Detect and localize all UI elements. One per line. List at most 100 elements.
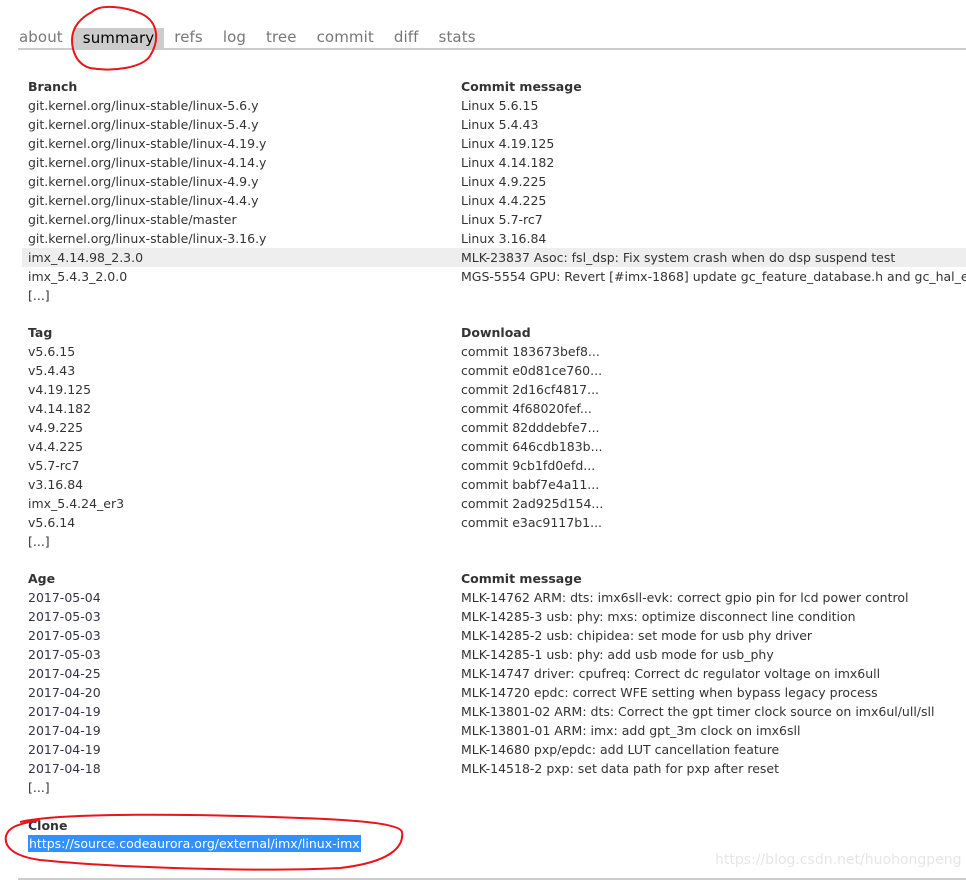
tag-download-link[interactable]: commit 4f68020fef... bbox=[461, 399, 592, 418]
tag-name-link[interactable]: v3.16.84 bbox=[28, 475, 83, 494]
age-column-header: Age bbox=[28, 571, 56, 586]
log-commit-message-link[interactable]: MLK-14720 epdc: correct WFE setting when… bbox=[461, 683, 878, 702]
log-age: 2017-04-19 bbox=[28, 704, 101, 719]
log-table-header: Age Commit message bbox=[22, 569, 966, 588]
tab-refs[interactable]: refs bbox=[164, 27, 213, 48]
branch-more-link[interactable]: [...] bbox=[28, 286, 50, 305]
log-age: 2017-05-03 bbox=[28, 647, 101, 662]
tab-tree[interactable]: tree bbox=[256, 27, 307, 48]
branch-commit-message-link[interactable]: MGS-5554 GPU: Revert [#imx-1868] update … bbox=[461, 267, 966, 286]
tag-name-link[interactable]: v4.4.225 bbox=[28, 437, 83, 456]
log-commit-message-link[interactable]: MLK-14285-3 usb: phy: mxs: optimize disc… bbox=[461, 607, 856, 626]
tag-more-link[interactable]: [...] bbox=[28, 532, 50, 551]
log-age: 2017-05-04 bbox=[28, 590, 101, 605]
log-age: 2017-04-25 bbox=[28, 666, 101, 681]
branch-row: git.kernel.org/linux-stable/linux-5.4.y L… bbox=[22, 115, 966, 134]
branch-name-link[interactable]: imx_4.14.98_2.3.0 bbox=[28, 248, 143, 267]
tag-row: v4.4.225 commit 646cdb183b... bbox=[22, 437, 966, 456]
branch-commit-message-link[interactable]: Linux 5.4.43 bbox=[461, 115, 538, 134]
tag-download-link[interactable]: commit e3ac9117b1... bbox=[461, 513, 602, 532]
tag-row: v5.6.14 commit e3ac9117b1... bbox=[22, 513, 966, 532]
log-commit-message-link[interactable]: MLK-13801-01 ARM: imx: add gpt_3m clock … bbox=[461, 721, 800, 740]
tab-log[interactable]: log bbox=[213, 27, 256, 48]
log-commit-message-link[interactable]: MLK-14285-2 usb: chipidea: set mode for … bbox=[461, 626, 812, 645]
tab-diff[interactable]: diff bbox=[384, 27, 429, 48]
tag-name-link[interactable]: v4.14.182 bbox=[28, 399, 91, 418]
branch-name-link[interactable]: git.kernel.org/linux-stable/linux-5.4.y bbox=[28, 115, 259, 134]
tag-download-link[interactable]: commit babf7e4a11... bbox=[461, 475, 599, 494]
log-age: 2017-05-03 bbox=[28, 628, 101, 643]
branch-commit-message-link[interactable]: Linux 4.4.225 bbox=[461, 191, 546, 210]
tag-table-header: Tag Download bbox=[22, 323, 966, 342]
branch-name-link[interactable]: git.kernel.org/linux-stable/linux-4.4.y bbox=[28, 191, 259, 210]
branch-commit-message-link[interactable]: MLK-23837 Asoc: fsl_dsp: Fix system cras… bbox=[461, 248, 895, 267]
log-commit-message-link[interactable]: MLK-14680 pxp/epdc: add LUT cancellation… bbox=[461, 740, 779, 759]
commit-message-column-header: Commit message bbox=[461, 79, 582, 94]
branch-row: git.kernel.org/linux-stable/linux-4.14.y… bbox=[22, 153, 966, 172]
tag-name-link[interactable]: v4.19.125 bbox=[28, 380, 91, 399]
log-age: 2017-04-18 bbox=[28, 761, 101, 776]
tab-about[interactable]: about bbox=[18, 27, 73, 48]
log-commit-message-link[interactable]: MLK-14762 ARM: dts: imx6sll-evk: correct… bbox=[461, 588, 908, 607]
tag-row: v4.14.182 commit 4f68020fef... bbox=[22, 399, 966, 418]
branch-name-link[interactable]: git.kernel.org/linux-stable/linux-5.6.y bbox=[28, 96, 259, 115]
branch-commit-message-link[interactable]: Linux 4.14.182 bbox=[461, 153, 554, 172]
branch-table: Branch Commit message git.kernel.org/lin… bbox=[22, 77, 966, 305]
tag-row: v3.16.84 commit babf7e4a11... bbox=[22, 475, 966, 494]
branch-commit-message-link[interactable]: Linux 4.19.125 bbox=[461, 134, 554, 153]
tag-name-link[interactable]: imx_5.4.24_er3 bbox=[28, 494, 124, 513]
tab-stats[interactable]: stats bbox=[429, 27, 486, 48]
tag-name-link[interactable]: v5.7-rc7 bbox=[28, 456, 79, 475]
tag-download-link[interactable]: commit 183673bef8... bbox=[461, 342, 600, 361]
log-age: 2017-04-20 bbox=[28, 685, 101, 700]
branch-row: git.kernel.org/linux-stable/linux-5.6.y L… bbox=[22, 96, 966, 115]
tag-download-link[interactable]: commit 9cb1fd0efd... bbox=[461, 456, 595, 475]
clone-header: Clone bbox=[28, 818, 68, 833]
log-more-link[interactable]: [...] bbox=[28, 778, 50, 797]
log-commit-message-link[interactable]: MLK-14285-1 usb: phy: add usb mode for u… bbox=[461, 645, 774, 664]
log-age: 2017-04-19 bbox=[28, 723, 101, 738]
tag-more-row: [...] bbox=[22, 532, 966, 551]
tag-download-link[interactable]: commit 646cdb183b... bbox=[461, 437, 603, 456]
log-age: 2017-04-19 bbox=[28, 742, 101, 757]
tag-name-link[interactable]: v5.4.43 bbox=[28, 361, 75, 380]
tag-download-link[interactable]: commit 2ad925d154... bbox=[461, 494, 603, 513]
log-commit-message-link[interactable]: MLK-14518-2 pxp: set data path for pxp a… bbox=[461, 759, 779, 778]
tag-download-link[interactable]: commit e0d81ce760... bbox=[461, 361, 602, 380]
log-row: 2017-04-25 MLK-14747 driver: cpufreq: Cor… bbox=[22, 664, 966, 683]
branch-name-link[interactable]: git.kernel.org/linux-stable/linux-3.16.y bbox=[28, 229, 266, 248]
watermark: https://blog.csdn.net/huohongpeng bbox=[715, 852, 962, 868]
clone-url-link[interactable]: https://source.codeaurora.org/external/i… bbox=[28, 835, 361, 852]
branch-row: git.kernel.org/linux-stable/master Linux … bbox=[22, 210, 966, 229]
branch-commit-message-link[interactable]: Linux 4.9.225 bbox=[461, 172, 546, 191]
tab-commit[interactable]: commit bbox=[307, 27, 384, 48]
branch-commit-message-link[interactable]: Linux 5.7-rc7 bbox=[461, 210, 543, 229]
branch-name-link[interactable]: git.kernel.org/linux-stable/linux-4.14.y bbox=[28, 153, 266, 172]
log-row: 2017-05-03 MLK-14285-1 usb: phy: add usb … bbox=[22, 645, 966, 664]
branch-name-link[interactable]: git.kernel.org/linux-stable/linux-4.19.y bbox=[28, 134, 266, 153]
branch-commit-message-link[interactable]: Linux 5.6.15 bbox=[461, 96, 538, 115]
tag-download-link[interactable]: commit 2d16cf4817... bbox=[461, 380, 599, 399]
log-commit-message-link[interactable]: MLK-14747 driver: cpufreq: Correct dc re… bbox=[461, 664, 880, 683]
tag-download-link[interactable]: commit 82dddebfe7... bbox=[461, 418, 600, 437]
branch-name-link[interactable]: git.kernel.org/linux-stable/master bbox=[28, 210, 237, 229]
tab-summary[interactable]: summary bbox=[72, 28, 165, 48]
tag-name-link[interactable]: v5.6.14 bbox=[28, 513, 75, 532]
log-row: 2017-04-18 MLK-14518-2 pxp: set data path… bbox=[22, 759, 966, 778]
branch-name-link[interactable]: git.kernel.org/linux-stable/linux-4.9.y bbox=[28, 172, 259, 191]
branch-table-header: Branch Commit message bbox=[22, 77, 966, 96]
branch-row: imx_5.4.3_2.0.0 MGS-5554 GPU: Revert [#im… bbox=[22, 267, 966, 286]
branch-name-link[interactable]: imx_5.4.3_2.0.0 bbox=[28, 267, 127, 286]
download-column-header: Download bbox=[461, 325, 531, 340]
tag-row: v4.19.125 commit 2d16cf4817... bbox=[22, 380, 966, 399]
tag-name-link[interactable]: v4.9.225 bbox=[28, 418, 83, 437]
tag-name-link[interactable]: v5.6.15 bbox=[28, 342, 75, 361]
tag-column-header: Tag bbox=[28, 325, 53, 340]
tag-table: Tag Download v5.6.15 commit 183673bef8...… bbox=[22, 323, 966, 551]
branch-commit-message-link[interactable]: Linux 3.16.84 bbox=[461, 229, 546, 248]
branch-column-header: Branch bbox=[28, 79, 78, 94]
log-commit-message-link[interactable]: MLK-13801-02 ARM: dts: Correct the gpt t… bbox=[461, 702, 934, 721]
tag-row: v5.6.15 commit 183673bef8... bbox=[22, 342, 966, 361]
tag-row: v4.9.225 commit 82dddebfe7... bbox=[22, 418, 966, 437]
log-row: 2017-04-19 MLK-14680 pxp/epdc: add LUT ca… bbox=[22, 740, 966, 759]
